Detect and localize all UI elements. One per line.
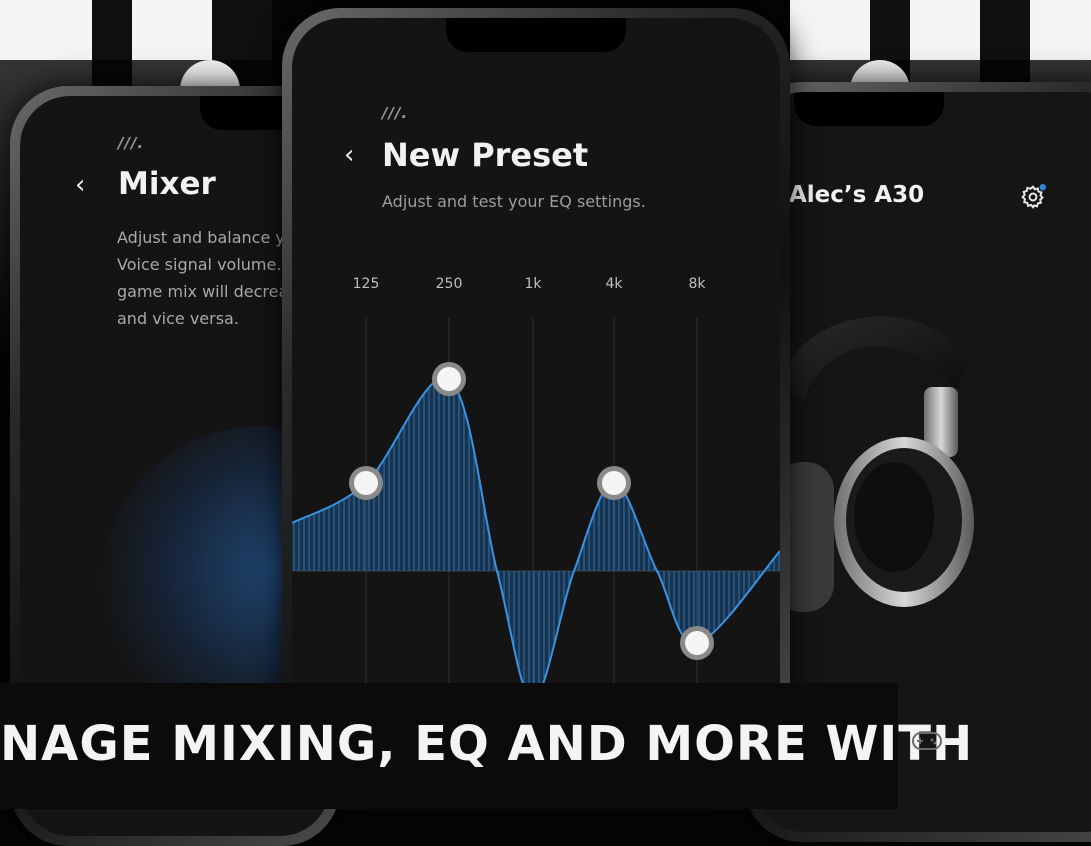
- device-name: Alec’s A30: [789, 182, 925, 208]
- mixer-description: Adjust and balance y Voice signal volume…: [117, 228, 291, 328]
- eq-band-handle[interactable]: [354, 471, 378, 495]
- notification-dot: [1039, 184, 1046, 191]
- page-title: Mixer: [118, 166, 216, 202]
- brand-logo: ///.: [118, 134, 145, 152]
- phone-eq: ///. ‹ New Preset Adjust and test your E…: [282, 8, 790, 768]
- caption-text: NAGE MIXING, EQ AND MORE WITH: [0, 716, 974, 772]
- phone-notch: [794, 92, 944, 126]
- eq-band-handle[interactable]: [685, 631, 709, 655]
- gear-icon[interactable]: [1020, 184, 1046, 210]
- eq-band-handle[interactable]: [437, 367, 461, 391]
- chevron-left-icon[interactable]: ‹: [75, 172, 85, 198]
- phone-screen: ///. ‹ New Preset Adjust and test your E…: [292, 18, 780, 758]
- headset-image: [774, 316, 974, 612]
- gamepad-icon: [912, 732, 942, 750]
- eq-graph[interactable]: [292, 18, 780, 758]
- eq-band-handle[interactable]: [602, 471, 626, 495]
